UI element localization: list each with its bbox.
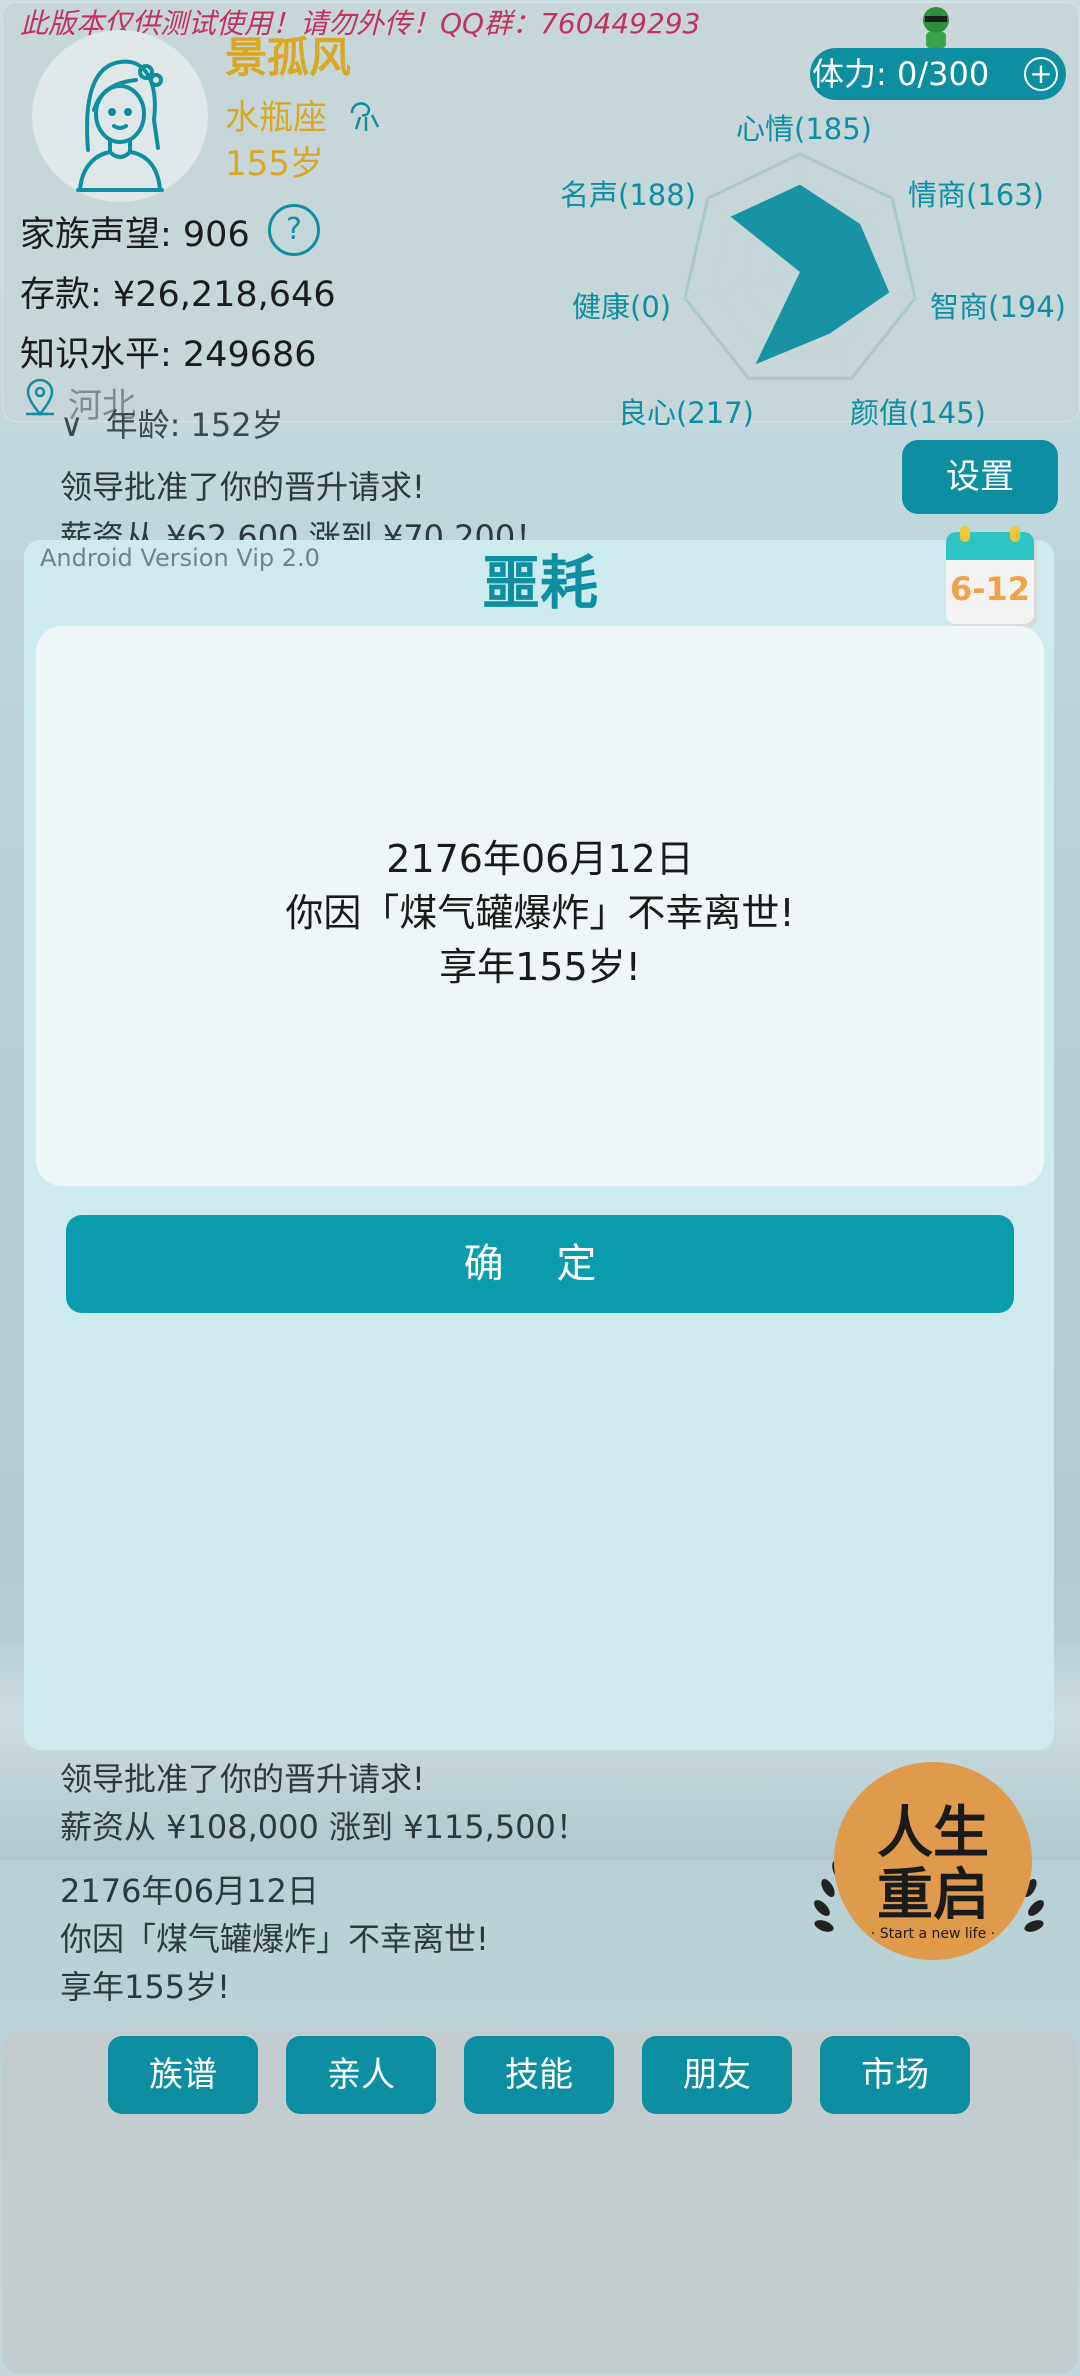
dialog-title: 噩耗 — [481, 549, 598, 617]
calendar-date: 6-12 — [949, 570, 1031, 608]
nav-relatives-button[interactable]: 亲人 — [286, 2036, 436, 2114]
stamina-label: 体力: 0/300 — [812, 55, 990, 93]
death-date: 2176年06月12日 — [386, 837, 694, 881]
log-promotion-line-2: 领导批准了你的晋升请求! — [60, 1760, 425, 1798]
logo-line2: 重启 — [877, 1863, 989, 1928]
radar-label-mood: 心情(185) — [736, 112, 872, 146]
nav-family-tree-button[interactable]: 族谱 — [108, 2036, 258, 2114]
chevron-down-icon: ∨ — [60, 406, 84, 444]
attribute-radar-chart — [683, 152, 917, 380]
radar-label-fame: 名声(188) — [560, 178, 696, 212]
add-stamina-icon[interactable]: + — [1024, 57, 1058, 91]
avatar-girl-icon — [76, 59, 164, 192]
radar-spoke — [684, 271, 801, 299]
nav-skills-button[interactable]: 技能 — [464, 2036, 614, 2114]
knowledge-level: 知识水平: 249686 — [20, 335, 317, 375]
nav-friends-button[interactable]: 朋友 — [642, 2036, 792, 2114]
mascot-icon — [916, 4, 956, 52]
log-salary-line-2: 薪资从 ¥108,000 涨到 ¥115,500！ — [60, 1808, 588, 1846]
radar-value-area — [730, 184, 890, 365]
calendar-icon: 6-12 — [946, 526, 1034, 624]
log-death-age: 享年155岁! — [60, 1968, 230, 2006]
character-name: 景孤风 — [225, 33, 352, 82]
death-age: 享年155岁! — [439, 945, 641, 989]
character-age: 155岁 — [225, 144, 324, 184]
log-promotion-line: 领导批准了你的晋升请求! — [60, 468, 425, 506]
settings-button[interactable]: 设置 — [902, 440, 1058, 514]
confirm-button[interactable]: 确 定 — [66, 1215, 1014, 1313]
family-reputation: 家族声望: 906 — [20, 215, 250, 255]
savings: 存款: ¥26,218,646 — [20, 275, 336, 315]
log-death-date: 2176年06月12日 — [60, 1872, 319, 1910]
zodiac-label: 水瓶座 — [225, 98, 327, 138]
radar-label-health: 健康(0) — [572, 290, 672, 324]
log-age-text: 年龄: 152岁 — [105, 406, 284, 444]
avatar[interactable] — [32, 30, 208, 202]
radar-label-conscience: 良心(217) — [618, 396, 754, 430]
radar-label-eq: 情商(163) — [908, 178, 1044, 212]
logo-subtitle: · Start a new life · — [870, 1926, 996, 1942]
death-cause: 你因「煤气罐爆炸」不幸离世! — [285, 891, 795, 935]
stamina-bar: 体力: 0/300 + — [810, 48, 1066, 100]
restart-life-logo[interactable]: 人生 重启 · Start a new life · — [834, 1762, 1032, 1960]
log-death-cause: 你因「煤气罐爆炸」不幸离世! — [60, 1920, 489, 1958]
radar-label-iq: 智商(194) — [930, 290, 1066, 324]
help-icon[interactable]: ? — [268, 204, 320, 256]
nav-market-button[interactable]: 市场 — [820, 2036, 970, 2114]
aquarius-icon — [346, 95, 386, 144]
log-age-line: ∨ 年龄: 152岁 — [60, 400, 284, 446]
radar-label-looks: 颜值(145) — [850, 396, 986, 430]
location-pin-icon — [22, 378, 58, 427]
